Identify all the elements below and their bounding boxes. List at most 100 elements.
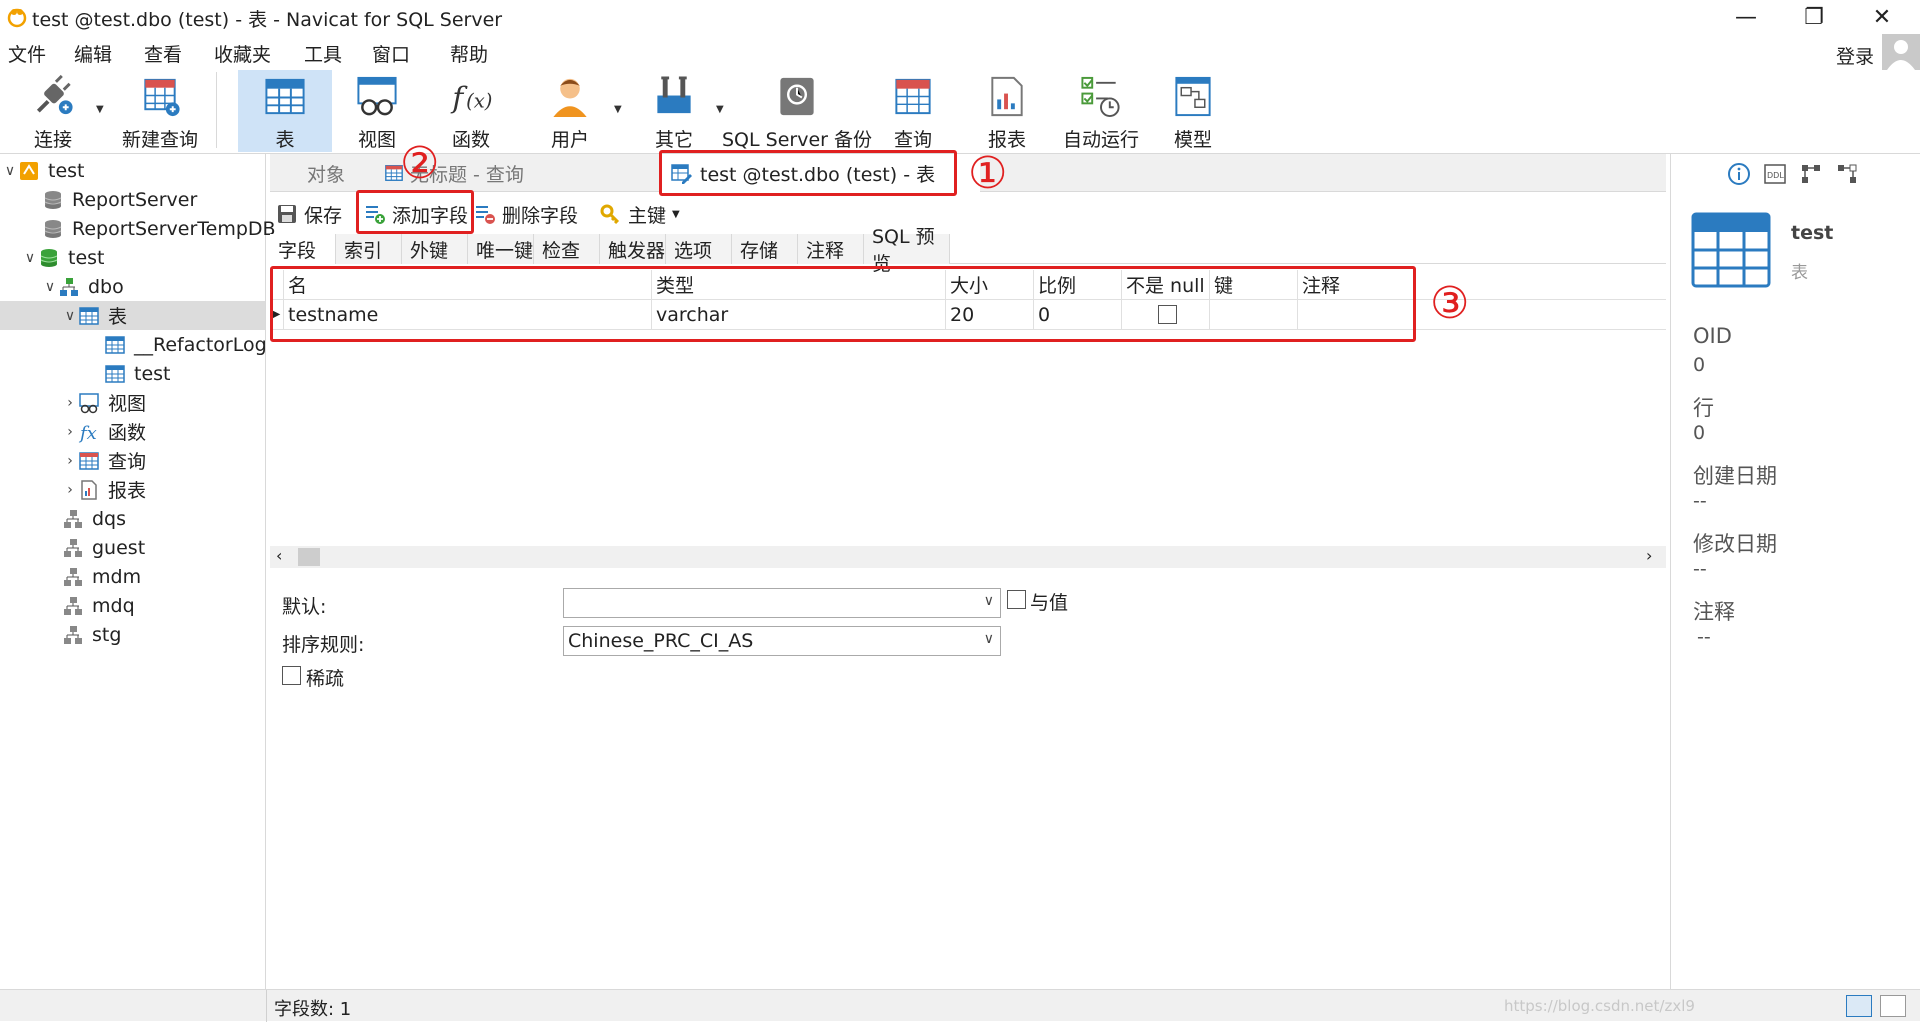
annotation-number-2: ② [400, 138, 440, 189]
tab-objects[interactable]: 对象 [278, 154, 374, 192]
tree-item-schema-dbo[interactable]: ∨ dbo [42, 272, 124, 301]
delete-field-button[interactable]: 删除字段 [474, 198, 578, 230]
sparse-checkbox[interactable] [282, 666, 301, 685]
tree-item-schema-mdm[interactable]: mdm [62, 562, 141, 591]
view-mode-list-icon[interactable] [1846, 995, 1872, 1017]
table-button[interactable]: 表 [238, 70, 332, 152]
status-bar: 字段数: 1 https://blog.csdn.net/zxl9 [0, 989, 1920, 1022]
connect-button[interactable]: 连接 [22, 70, 84, 152]
ddl-icon[interactable]: DDL [1763, 162, 1787, 186]
menu-help[interactable]: 帮助 [450, 40, 488, 67]
avatar[interactable] [1882, 34, 1920, 70]
other-button[interactable]: 其它 [636, 70, 712, 152]
tree-item-reportservertempdb[interactable]: ReportServerTempDB [42, 214, 276, 243]
chevron-down-icon[interactable]: ∨ [42, 279, 58, 295]
tree-item-queries[interactable]: › 查询 [62, 446, 146, 475]
svg-text:(x): (x) [466, 89, 492, 112]
collation-combobox[interactable]: Chinese_PRC_CI_AS ∨ [563, 626, 1001, 656]
menu-edit[interactable]: 编辑 [74, 40, 112, 67]
subtab-triggers[interactable]: 触发器 [600, 234, 666, 264]
svg-text:fx: fx [78, 423, 97, 443]
tree-item-functions[interactable]: › fx 函数 [62, 417, 146, 446]
chevron-right-icon[interactable]: › [62, 482, 78, 498]
connect-label: 连接 [33, 129, 72, 151]
main-toolbar: 连接 ▼ 新建查询 表 视图 f (x) 函数 用户 ▼ 其它 ▼ SQL Se… [0, 68, 1920, 154]
menu-favorites[interactable]: 收藏夹 [214, 40, 271, 67]
new-query-button[interactable]: 新建查询 [112, 70, 208, 152]
login-link[interactable]: 登录 [1836, 42, 1874, 69]
report-icon [991, 76, 1023, 117]
save-button[interactable]: 保存 [276, 198, 342, 230]
table-editor-toolbar: 保存 添加字段 删除字段 主键 ▼ [270, 196, 1666, 232]
subtab-foreign-keys[interactable]: 外键 [402, 234, 468, 264]
automation-label: 自动运行 [1062, 129, 1139, 151]
chevron-right-icon[interactable]: › [62, 395, 78, 411]
dependency-icon[interactable] [1799, 162, 1823, 186]
user-dropdown-icon[interactable]: ▼ [614, 104, 622, 115]
other-dropdown-icon[interactable]: ▼ [716, 104, 724, 115]
restore-button[interactable]: ❐ [1784, 0, 1844, 34]
chevron-down-icon[interactable]: ∨ [62, 308, 78, 324]
menu-file[interactable]: 文件 [8, 40, 46, 67]
tree-item-table-test[interactable]: test [104, 359, 171, 388]
tree-item-reportserver[interactable]: ReportServer [42, 185, 197, 214]
horizontal-scrollbar[interactable]: ‹ › [270, 546, 1666, 568]
annotation-box-grid [270, 266, 1416, 342]
tree-item-schema-dqs[interactable]: dqs [62, 504, 126, 533]
view-mode-detail-icon[interactable] [1880, 995, 1906, 1017]
subtab-indexes[interactable]: 索引 [336, 234, 402, 264]
tree-item-schema-guest[interactable]: guest [62, 533, 145, 562]
tree-item-schema-mdq[interactable]: mdq [62, 591, 135, 620]
subtab-label: 触发器 [608, 239, 666, 262]
menu-window[interactable]: 窗口 [372, 40, 410, 67]
tree-item-tables[interactable]: ∨ 表 [0, 301, 265, 330]
model-button[interactable]: 模型 [1162, 70, 1224, 152]
schema-icon [64, 596, 82, 615]
chevron-right-icon[interactable]: › [62, 453, 78, 469]
tree-item-database-test[interactable]: ∨ test [22, 243, 105, 272]
table-icon [105, 335, 125, 354]
info-icon[interactable] [1727, 162, 1751, 186]
tree-item-refactorlog[interactable]: __RefactorLog [104, 330, 267, 359]
tree-item-schema-stg[interactable]: stg [62, 620, 121, 649]
scrollbar-thumb[interactable] [298, 548, 320, 566]
connect-dropdown-icon[interactable]: ▼ [96, 104, 104, 115]
close-button[interactable]: ✕ [1852, 0, 1912, 34]
query-button[interactable]: 查询 [880, 70, 946, 152]
menu-view[interactable]: 查看 [144, 40, 182, 67]
subtab-sql-preview[interactable]: SQL 预览 [864, 226, 950, 275]
server-icon [20, 161, 38, 180]
scroll-left-icon[interactable]: ‹ [276, 546, 282, 565]
chevron-down-icon[interactable]: ∨ [984, 631, 994, 647]
modified-date-label: 修改日期 [1693, 532, 1777, 556]
chevron-down-icon[interactable]: ∨ [2, 163, 18, 179]
menu-tools[interactable]: 工具 [304, 40, 342, 67]
subtab-storage[interactable]: 存储 [732, 234, 798, 264]
report-button[interactable]: 报表 [976, 70, 1038, 152]
schema-icon [64, 538, 82, 557]
backup-button[interactable]: SQL Server 备份 [722, 70, 872, 152]
primary-key-dropdown-icon[interactable]: ▼ [672, 209, 680, 220]
chevron-down-icon[interactable]: ∨ [984, 593, 994, 609]
function-button[interactable]: f (x) 函数 [434, 70, 508, 152]
tree-item-views[interactable]: › 视图 [62, 388, 146, 417]
chevron-right-icon[interactable]: › [62, 424, 78, 440]
expression-checkbox[interactable] [1007, 590, 1026, 609]
chevron-down-icon[interactable]: ∨ [22, 250, 38, 266]
subtab-comments[interactable]: 注释 [798, 234, 864, 264]
database-icon [44, 219, 62, 238]
relationship-icon[interactable] [1835, 162, 1859, 186]
tree-item-connection-test[interactable]: ∨ test [2, 156, 85, 185]
oid-label: OID [1693, 324, 1732, 348]
automation-button[interactable]: 自动运行 [1058, 70, 1144, 152]
default-combobox[interactable]: ∨ [563, 588, 1001, 618]
minimize-button[interactable]: — [1716, 0, 1776, 34]
tree-item-reports[interactable]: › 报表 [62, 475, 146, 504]
subtab-unique-keys[interactable]: 唯一键 [468, 234, 534, 264]
scroll-right-icon[interactable]: › [1646, 546, 1652, 565]
subtab-checks[interactable]: 检查 [534, 234, 600, 264]
user-button[interactable]: 用户 [530, 70, 610, 152]
subtab-fields[interactable]: 字段 [270, 234, 336, 264]
subtab-options[interactable]: 选项 [666, 234, 732, 264]
primary-key-button[interactable]: 主键 ▼ [600, 198, 680, 230]
